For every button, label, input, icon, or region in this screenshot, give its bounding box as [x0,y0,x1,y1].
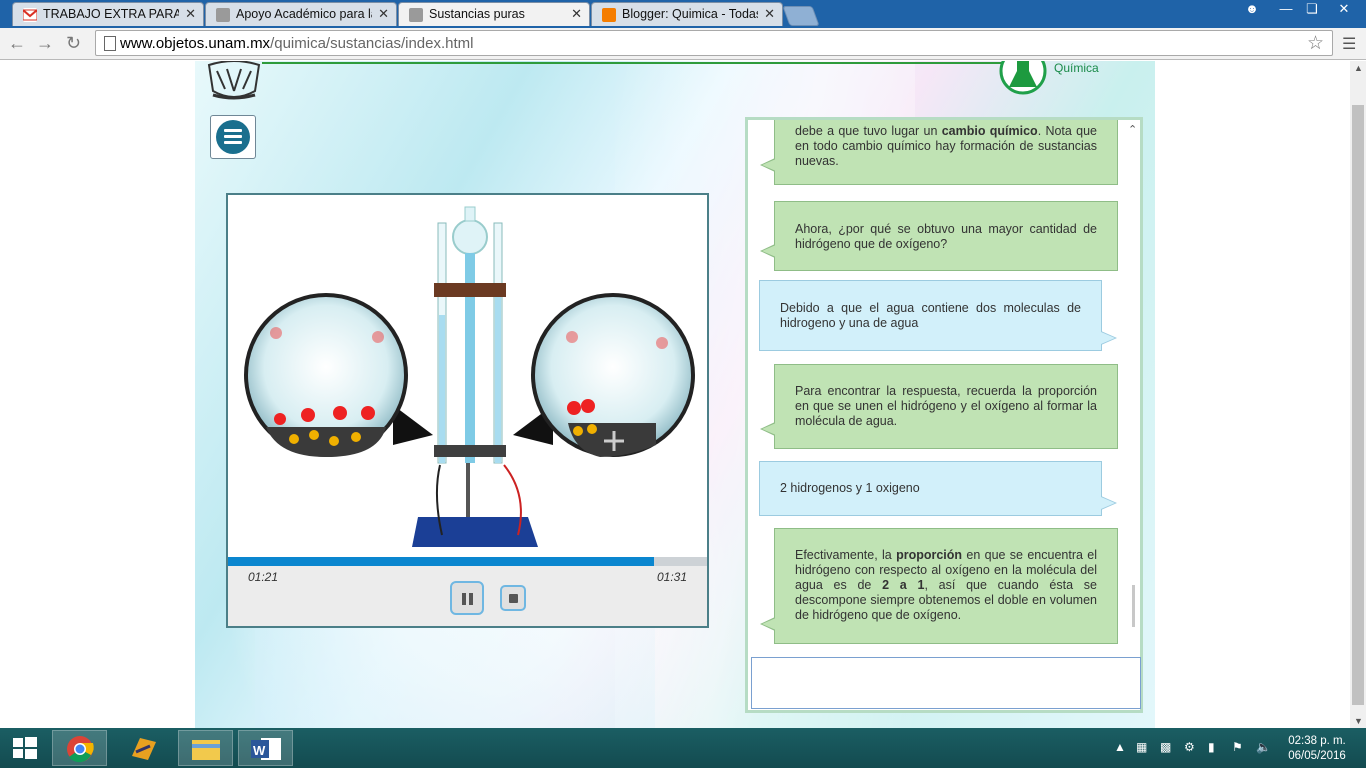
answer-input[interactable] [751,657,1141,709]
browser-toolbar: ← → ↻ www.objetos.unam.mx/quimica/sustan… [0,28,1366,60]
chat-scrollbar[interactable]: ⌃ ⌄ [1126,120,1140,710]
restore-icon[interactable]: ❏ [1298,0,1326,20]
action-flag-icon[interactable]: ⚑ [1232,740,1243,754]
url-text[interactable]: www.objetos.unam.mx/quimica/sustancias/i… [120,35,474,52]
unam-logo [207,61,261,100]
electrolysis-animation [244,206,695,547]
volume-icon[interactable]: 🔈 [1256,740,1271,754]
scroll-up-arrow-icon[interactable]: ▲ [1354,63,1363,73]
pause-button[interactable] [450,581,484,615]
gmail-icon [22,8,38,22]
chat-message-tutor: debe a que tuvo lugar un cambio químico.… [760,120,1118,185]
chat-message-student: 2 hidrogenos y 1 oxigeno [759,461,1117,516]
tray-windows-icon[interactable]: ▦ [1136,740,1147,754]
page-viewport: Química 01:21 01:31 debe a que tuvo luga… [0,61,1350,728]
start-button[interactable] [0,730,50,766]
tab-trabajo-extra[interactable]: TRABAJO EXTRA PARA IN ✕ [12,2,204,26]
forward-icon[interactable]: → [36,33,54,54]
course-brand-label: Química [1054,61,1099,75]
reload-icon[interactable]: ↻ [66,33,81,54]
tab-title: Blogger: Quimica - Todas [622,7,758,21]
user-icon[interactable]: ☻ [1238,0,1266,20]
blogger-icon [602,8,616,22]
url-path: /quimica/sustancias/index.html [270,35,474,52]
hoffman-voltameter [412,206,538,547]
header-rule [262,62,1002,64]
tab-title: Apoyo Académico para la [236,7,372,21]
chrome-icon [67,736,94,763]
taskbar-file-explorer[interactable] [178,730,233,766]
magnifier-left [244,293,433,457]
network-signal-icon[interactable]: ▩ [1160,740,1171,754]
word-icon: W [251,738,281,760]
close-tab-icon[interactable]: ✕ [185,6,196,22]
browser-menu-icon[interactable]: ☰ [1342,34,1356,54]
scroll-down-arrow-icon[interactable]: ▼ [1354,716,1363,726]
video-player[interactable]: 01:21 01:31 [226,193,709,628]
chemistry-flask-icon [999,61,1047,95]
svg-text:W: W [253,743,266,758]
taskbar-media-app[interactable] [116,730,171,766]
clock-date: 06/05/2016 [1288,750,1346,762]
unam-icon [409,8,423,22]
windows-taskbar: W ▲ ▦ ▩ ⚙ ▮ ⚑ 🔈 02:38 p. m. 06/05/2016 [0,728,1366,768]
tab-apoyo-academico[interactable]: Apoyo Académico para la ✕ [205,2,397,26]
chat-message-student: Debido a que el agua contiene dos molecu… [759,280,1117,351]
elapsed-time: 01:21 [248,570,279,584]
media-app-icon [132,738,156,760]
system-clock[interactable]: 02:38 p. m. 06/05/2016 [1282,734,1352,764]
stop-button[interactable] [500,585,526,611]
taskbar-chrome[interactable] [52,730,107,766]
chat-message-tutor: Para encontrar la respuesta, recuerda la… [760,364,1118,449]
minimize-icon[interactable]: — [1272,0,1300,20]
close-window-icon[interactable]: ✕ [1326,0,1362,20]
taskbar-word[interactable]: W [238,730,293,766]
folder-icon [192,740,220,760]
windows-logo-icon [13,737,37,759]
url-host: www.objetos.unam.mx [120,35,271,52]
tab-sustancias-puras[interactable]: Sustancias puras ✕ [398,2,590,26]
tab-title: TRABAJO EXTRA PARA IN [43,7,179,21]
menu-button[interactable] [210,115,256,159]
new-tab-button[interactable] [782,6,820,26]
close-tab-icon[interactable]: ✕ [764,6,775,22]
page-scroll-thumb[interactable] [1352,105,1364,705]
browser-tab-strip: TRABAJO EXTRA PARA IN ✕ Apoyo Académico … [0,0,1366,28]
tray-app-icon[interactable]: ⚙ [1184,740,1195,754]
chat-scroll-thumb[interactable] [1132,585,1135,627]
clock-time: 02:38 p. m. [1288,735,1346,747]
close-tab-icon[interactable]: ✕ [378,6,389,22]
unam-icon [216,8,230,22]
video-progress-bar[interactable] [228,557,707,566]
close-tab-icon[interactable]: ✕ [571,6,582,22]
back-icon[interactable]: ← [8,33,26,54]
video-controls: 01:21 01:31 [228,566,707,626]
scroll-up-arrow-icon[interactable]: ⌃ [1128,123,1137,136]
tab-title: Sustancias puras [429,7,525,21]
chat-message-tutor: Efectivamente, la proporción en que se e… [760,528,1118,644]
battery-icon[interactable]: ▮ [1208,740,1215,754]
total-duration: 01:31 [656,570,687,584]
video-progress-fill [228,557,655,566]
stop-icon [509,594,518,603]
page-scrollbar[interactable]: ▲ ▼ [1350,61,1366,728]
tab-blogger[interactable]: Blogger: Quimica - Todas ✕ [591,2,783,26]
page-icon [104,36,116,51]
menu-hamburger-icon [216,120,250,154]
address-bar[interactable]: www.objetos.unam.mx/quimica/sustancias/i… [95,30,1333,56]
chat-message-tutor: Ahora, ¿por qué se obtuvo una mayor cant… [760,201,1118,271]
tray-expand-icon[interactable]: ▲ [1114,740,1126,754]
bookmark-star-icon[interactable]: ☆ [1307,32,1324,55]
chat-panel[interactable]: debe a que tuvo lugar un cambio químico.… [745,117,1143,713]
magnifier-right [513,293,695,457]
